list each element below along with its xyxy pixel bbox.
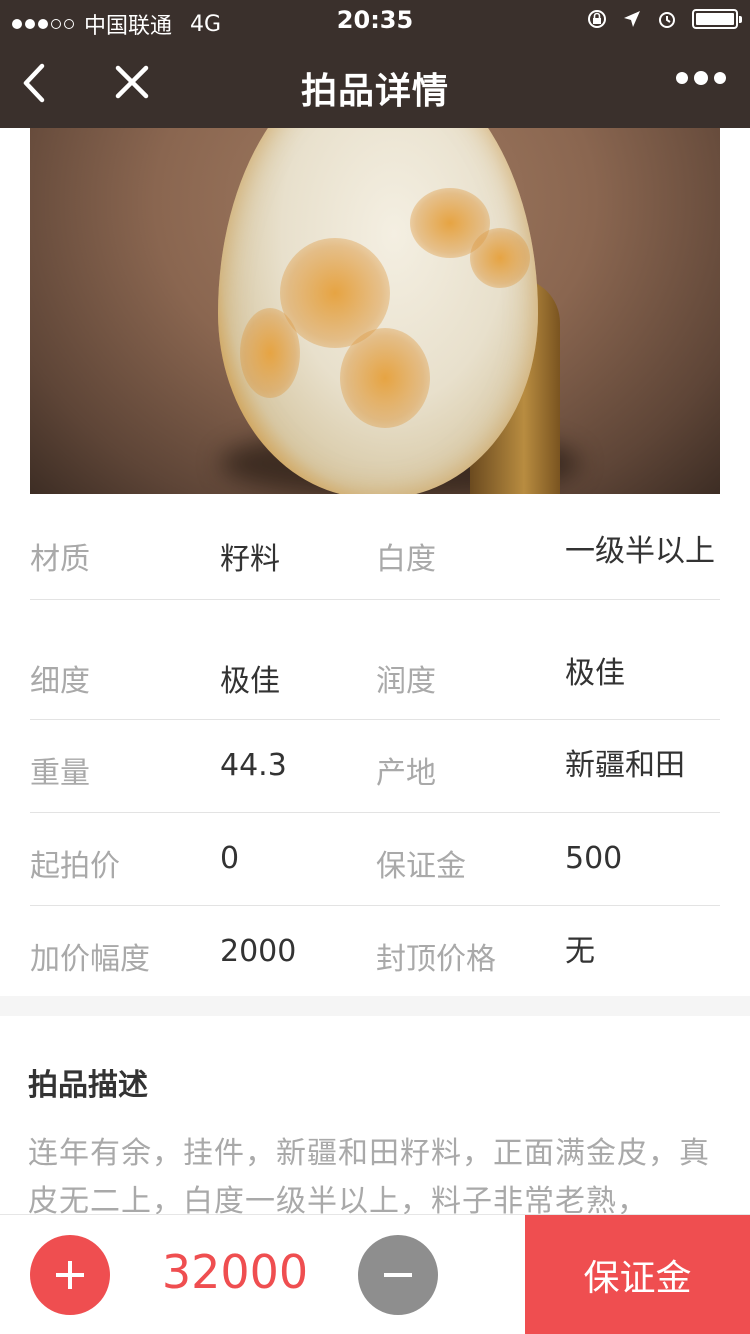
attribute-label: 润度 [376, 664, 436, 699]
attribute-row: 材质 籽料 白度 一级半以上 [30, 494, 720, 600]
attribute-row: 加价幅度 2000 封顶价格 无 [30, 906, 720, 999]
attribute-value: 500 [565, 841, 623, 876]
attribute-label: 白度 [376, 542, 436, 577]
product-image[interactable] [30, 128, 720, 494]
attribute-value: 新疆和田 [565, 748, 685, 783]
attribute-value: 0 [220, 841, 240, 876]
auction-detail-page: 中国联通 4G 20:35 拍品详情 材质 籽料 白度 一级半以上 细度 极佳 … [0, 0, 750, 1334]
attribute-value: 44.3 [220, 748, 287, 783]
rotation-lock-icon [588, 10, 606, 28]
decrease-bid-button[interactable] [358, 1235, 438, 1315]
top-bar: 中国联通 4G 20:35 拍品详情 [0, 0, 750, 128]
description-text: 连年有余，挂件，新疆和田籽料，正面满金皮，真皮无二上，白度一级半以上，料子非常老… [28, 1136, 710, 1219]
attribute-label: 封顶价格 [376, 942, 496, 977]
more-button[interactable] [676, 71, 726, 85]
attribute-label: 保证金 [376, 849, 466, 884]
attribute-value: 无 [565, 934, 595, 969]
attribute-value: 一级半以上 [565, 534, 715, 569]
attribute-row: 起拍价 0 保证金 500 [30, 813, 720, 906]
description-title: 拍品描述 [28, 1068, 148, 1103]
nav-bar: 拍品详情 [0, 40, 750, 128]
attribute-table: 材质 籽料 白度 一级半以上 细度 极佳 润度 极佳 重量 44.3 产地 新疆… [30, 494, 720, 999]
page-title: 拍品详情 [300, 71, 449, 112]
more-dots-icon [676, 72, 688, 84]
attribute-value: 极佳 [220, 664, 280, 699]
attribute-label: 材质 [30, 542, 90, 577]
location-arrow-icon [624, 11, 640, 27]
attribute-label: 细度 [30, 664, 90, 699]
increase-bid-button[interactable] [30, 1235, 110, 1315]
attribute-row: 细度 极佳 润度 极佳 [30, 600, 720, 720]
attribute-value: 籽料 [220, 542, 280, 577]
attribute-row: 重量 44.3 产地 新疆和田 [30, 720, 720, 813]
attribute-label: 重量 [30, 756, 90, 791]
status-bar: 中国联通 4G 20:35 [0, 0, 750, 40]
attribute-value: 极佳 [565, 656, 625, 691]
attribute-label: 产地 [376, 756, 436, 791]
bid-bar: 32000 保证金 [0, 1214, 750, 1334]
attribute-label: 加价幅度 [30, 942, 150, 977]
bid-price: 32000 [161, 1245, 309, 1299]
section-divider [0, 996, 750, 1016]
deposit-button[interactable]: 保证金 [525, 1215, 750, 1334]
battery-icon [692, 9, 742, 29]
alarm-clock-icon [659, 12, 675, 28]
description-section: 拍品描述 连年有余，挂件，新疆和田籽料，正面满金皮，真皮无二上，白度一级半以上，… [28, 1060, 728, 1226]
attribute-value: 2000 [220, 934, 297, 969]
status-right [586, 8, 742, 30]
attribute-label: 起拍价 [30, 849, 120, 884]
